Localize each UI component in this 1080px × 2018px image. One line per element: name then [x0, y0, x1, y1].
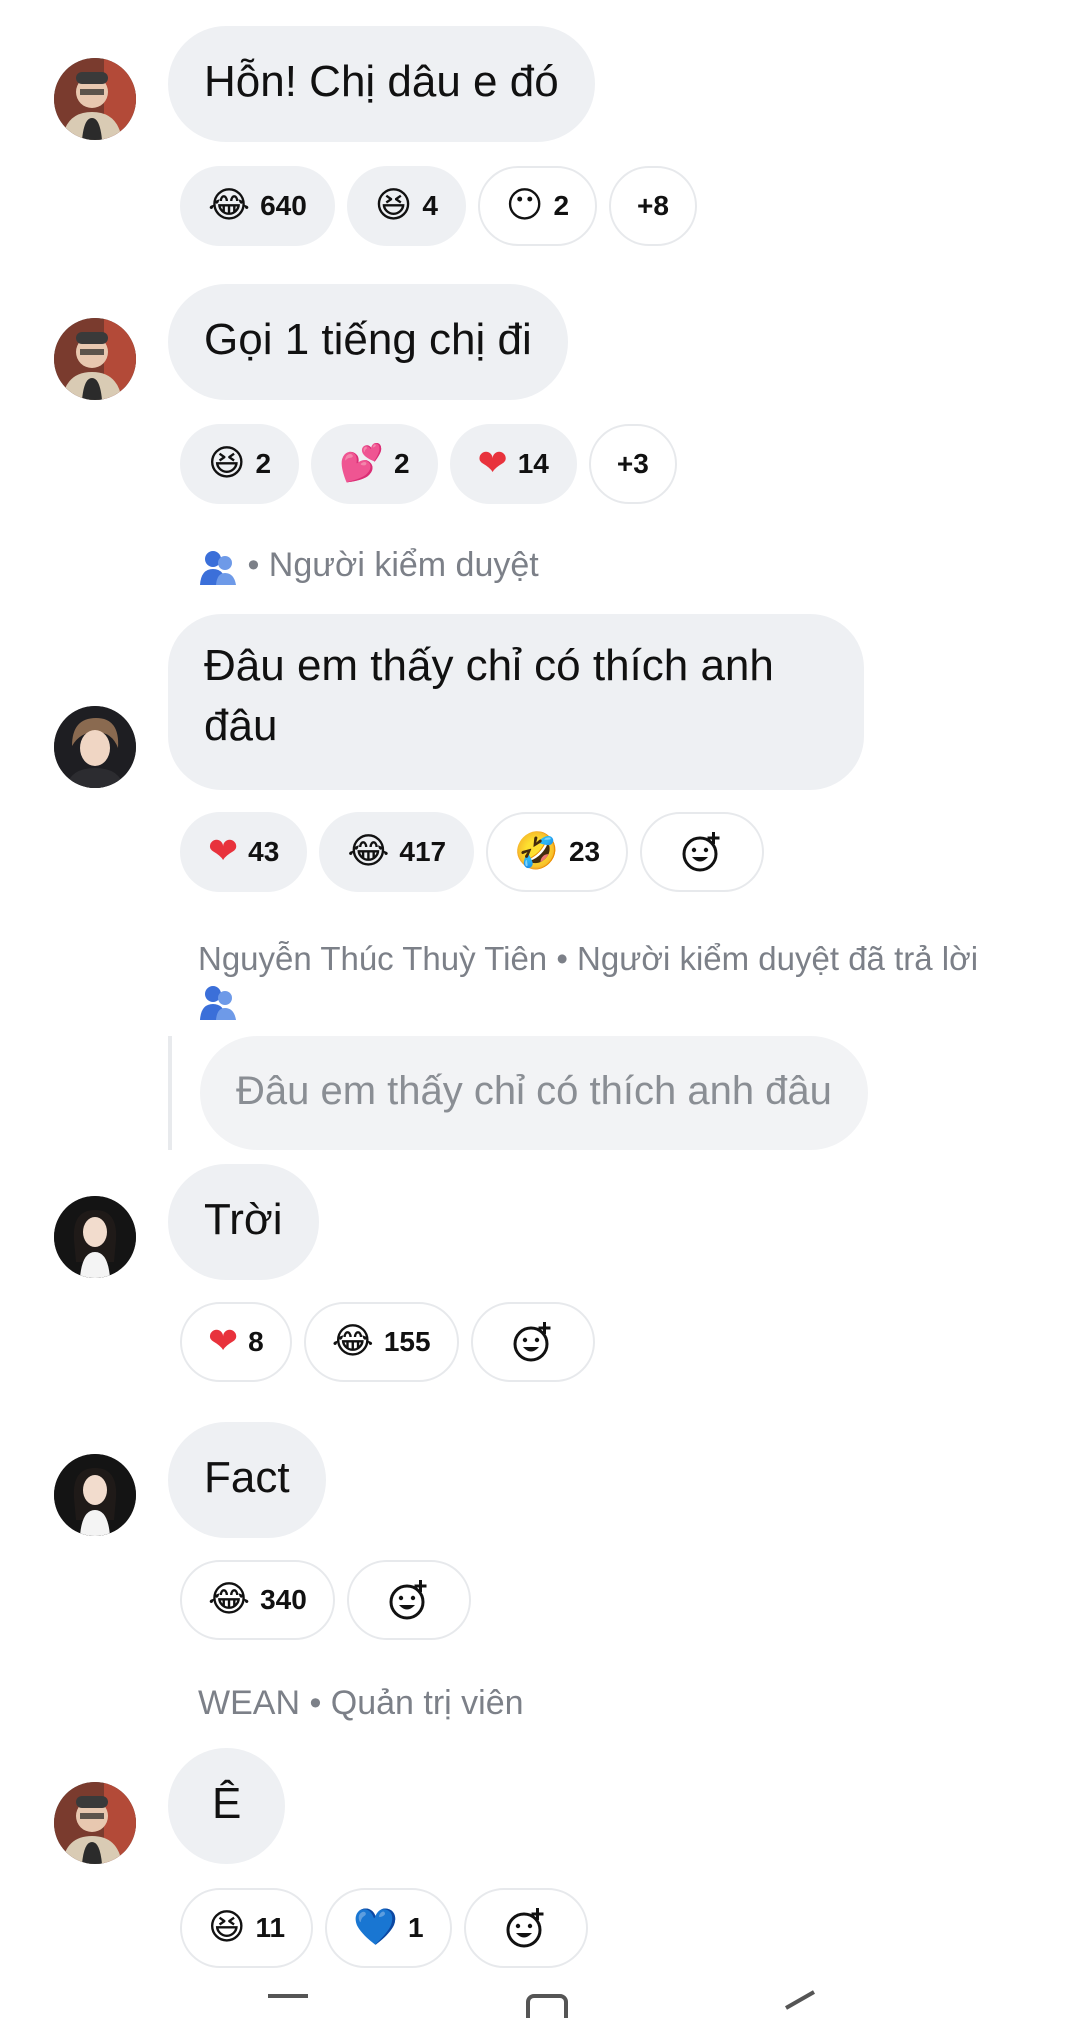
more-reactions-count: +8 — [637, 190, 669, 221]
moderator-label: • Người kiểm duyệt — [198, 546, 539, 587]
add-reaction-button[interactable] — [640, 812, 765, 892]
reply-meta: Nguyễn Thúc Thuỳ Tiên • Người kiểm duyệt… — [198, 940, 979, 977]
menu-nav-icon[interactable] — [268, 1994, 308, 1998]
reaction-count: 340 — [260, 1584, 307, 1615]
comment-bubble[interactable]: Ê — [168, 1748, 286, 1864]
moderator-icon — [200, 986, 236, 1020]
reaction-count: 14 — [517, 448, 549, 479]
grinning-squint-emoji-icon: 😆 — [374, 185, 413, 226]
reaction-count: 417 — [399, 836, 447, 867]
comment-bubble[interactable]: Đâu em thấy chỉ có thích anh đâu — [168, 614, 864, 790]
blue-heart-emoji-icon: 💙 — [353, 1907, 398, 1948]
comment-text: Trời — [204, 1195, 283, 1244]
red-heart-emoji-icon: ❤ — [477, 443, 508, 484]
moderator-icon — [200, 551, 236, 586]
reaction-chip[interactable]: ❤ 43 — [180, 812, 308, 892]
reaction-count: 8 — [248, 1326, 264, 1357]
admin-label: WEAN • Quản trị viên — [198, 1684, 524, 1723]
no-mouth-emoji-icon: 😶 — [505, 185, 544, 226]
reaction-count: 2 — [255, 448, 272, 479]
reaction-chip[interactable]: 😂 155 — [303, 1302, 459, 1382]
grinning-squint-emoji-icon: 😆 — [208, 443, 246, 484]
reaction-chip[interactable]: 😆 4 — [346, 166, 466, 246]
reaction-chip[interactable]: 😂 340 — [180, 1560, 335, 1640]
reaction-chip[interactable]: 😆 11 — [180, 1888, 314, 1968]
reaction-count: 11 — [255, 1912, 286, 1943]
reaction-chip[interactable]: ❤ 8 — [180, 1302, 292, 1382]
reaction-count: 4 — [422, 190, 438, 221]
system-nav-bar — [0, 1980, 1080, 2018]
reaction-chip[interactable]: 😂 640 — [180, 166, 335, 246]
comment-text: Fact — [204, 1453, 290, 1502]
add-reaction-button[interactable] — [470, 1302, 595, 1382]
avatar[interactable] — [54, 1454, 136, 1536]
more-reactions-count: +3 — [616, 448, 649, 479]
add-reaction-icon — [506, 1908, 544, 1948]
comment-text: Ê — [212, 1779, 242, 1828]
reaction-count: 1 — [407, 1912, 424, 1943]
comment-text: Hỗn! Chị dâu e đó — [204, 57, 559, 106]
reaction-chip[interactable]: 😶 2 — [477, 166, 598, 246]
more-reactions-chip[interactable]: +8 — [609, 166, 697, 246]
avatar[interactable] — [54, 58, 136, 140]
avatar[interactable] — [54, 1196, 136, 1278]
add-reaction-button[interactable] — [463, 1888, 588, 1968]
reaction-chip[interactable]: 😆 2 — [180, 424, 300, 504]
reaction-bar: 😆 11 💙 1 — [180, 1888, 588, 1968]
comment-bubble[interactable]: Fact — [168, 1422, 326, 1538]
reaction-count: 155 — [383, 1326, 431, 1357]
avatar[interactable] — [54, 318, 136, 400]
reaction-bar: 😂 340 — [180, 1560, 471, 1640]
laughing-tears-emoji-icon: 😂 — [208, 1579, 251, 1620]
quote-divider — [168, 1036, 172, 1150]
reaction-count: 43 — [248, 836, 280, 867]
reaction-count: 2 — [553, 190, 570, 221]
reaction-bar: 😆 2 💕 2 ❤ 14 +3 — [180, 424, 677, 504]
two-hearts-emoji-icon: 💕 — [339, 443, 384, 484]
back-nav-icon[interactable] — [780, 1990, 820, 2010]
reaction-chip[interactable]: 😂 417 — [319, 812, 475, 892]
grinning-squint-emoji-icon: 😆 — [208, 1907, 246, 1948]
reply-info: Nguyễn Thúc Thuỳ Tiên • Người kiểm duyệt… — [198, 940, 978, 978]
reaction-chip[interactable]: 💕 2 — [311, 424, 438, 504]
comment-bubble[interactable]: Trời — [168, 1164, 319, 1280]
reaction-count: 2 — [393, 448, 410, 479]
red-heart-emoji-icon: ❤ — [208, 1321, 239, 1362]
red-heart-emoji-icon: ❤ — [208, 831, 239, 872]
reaction-chip[interactable]: 💙 1 — [325, 1888, 452, 1968]
laughing-tears-emoji-icon: 😂 — [331, 1321, 374, 1362]
comment-bubble[interactable]: Hỗn! Chị dâu e đó — [168, 26, 595, 142]
quoted-text: Đâu em thấy chỉ có thích anh đâu — [236, 1069, 832, 1113]
moderator-role: • Người kiểm duyệt — [247, 546, 539, 584]
reaction-count: 23 — [568, 836, 601, 867]
laughing-tears-emoji-icon: 😂 — [208, 185, 251, 226]
reaction-chip[interactable]: ❤ 14 — [449, 424, 577, 504]
more-reactions-chip[interactable]: +3 — [588, 424, 677, 504]
laughing-tears-emoji-icon: 😂 — [347, 831, 390, 872]
home-nav-icon[interactable] — [526, 1994, 568, 2018]
comment-text: Gọi 1 tiếng chị đi — [204, 315, 532, 364]
reaction-chip[interactable]: 🤣 23 — [486, 812, 629, 892]
comment-text: Đâu em thấy chỉ có thích anh đâu — [204, 641, 774, 750]
add-reaction-icon — [682, 832, 720, 872]
reaction-count: 640 — [260, 190, 307, 221]
avatar[interactable] — [54, 1782, 136, 1864]
rolling-laughing-emoji-icon: 🤣 — [514, 831, 559, 872]
quoted-comment[interactable]: Đâu em thấy chỉ có thích anh đâu — [200, 1036, 868, 1150]
reaction-bar: ❤ 43 😂 417 🤣 23 — [180, 812, 765, 892]
add-reaction-button[interactable] — [346, 1560, 471, 1640]
reaction-bar: 😂 640 😆 4 😶 2 +8 — [180, 166, 697, 246]
reaction-bar: ❤ 8 😂 155 — [180, 1302, 595, 1382]
add-reaction-icon — [513, 1322, 551, 1362]
add-reaction-icon — [389, 1580, 427, 1620]
admin-meta: WEAN • Quản trị viên — [198, 1684, 524, 1722]
avatar[interactable] — [54, 706, 136, 788]
comment-bubble[interactable]: Gọi 1 tiếng chị đi — [168, 284, 568, 400]
